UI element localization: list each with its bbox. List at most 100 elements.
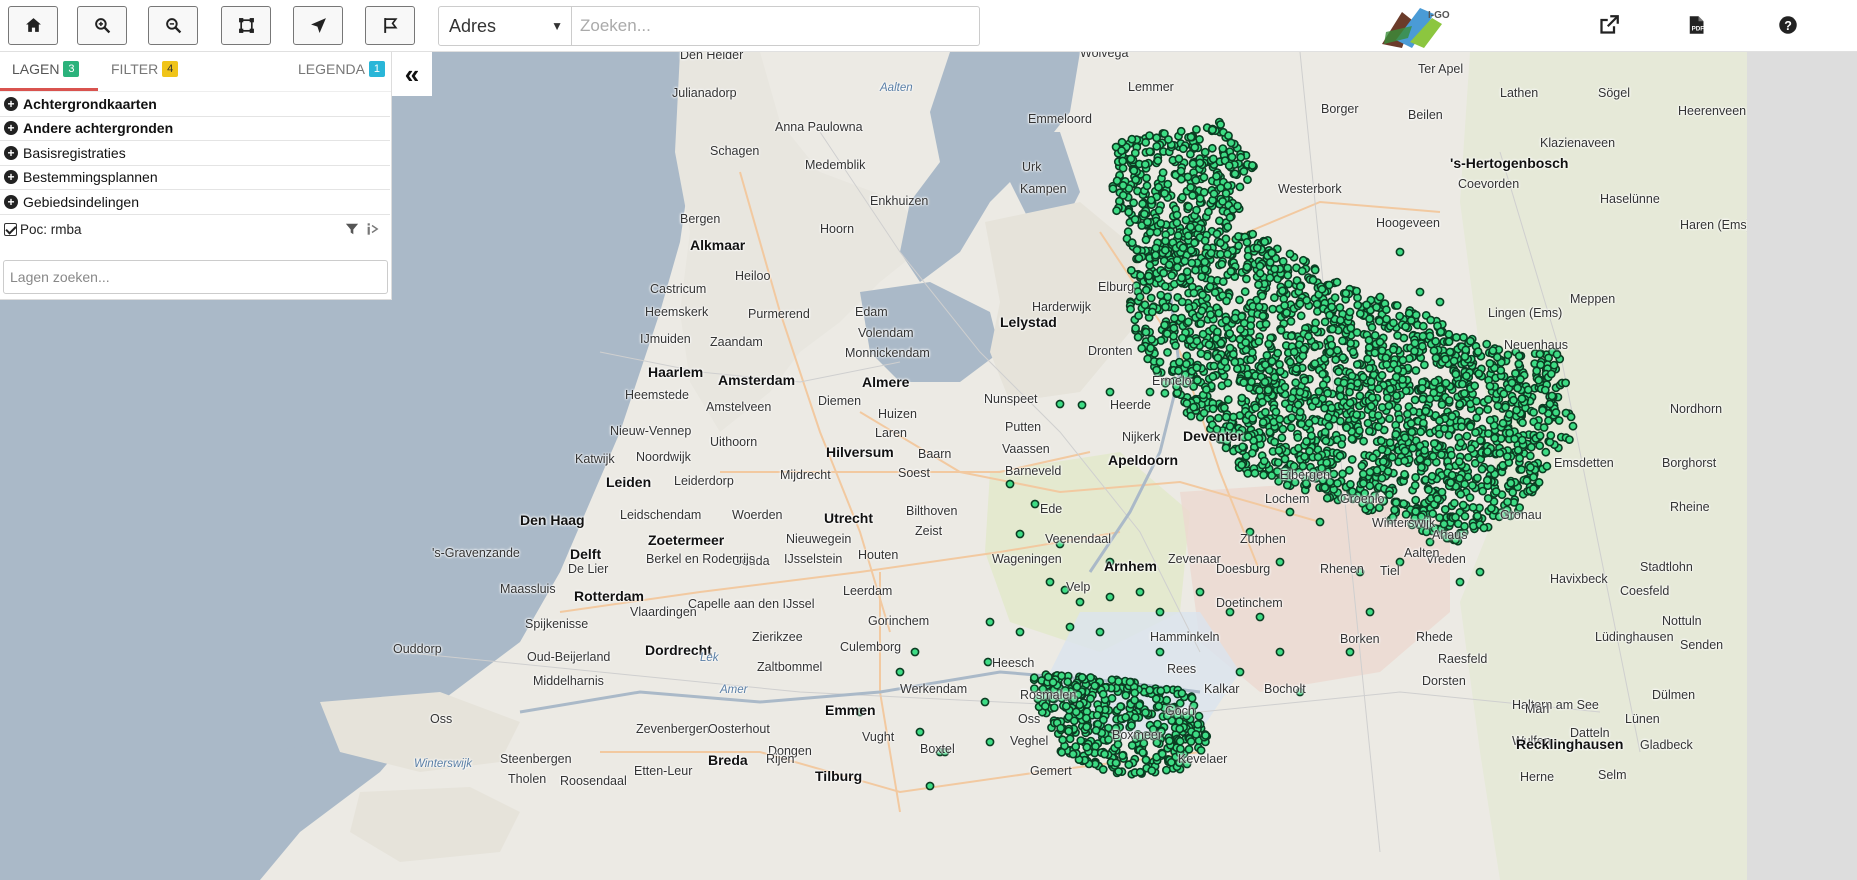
map-point[interactable] bbox=[1322, 493, 1332, 503]
map-point[interactable] bbox=[1377, 370, 1387, 380]
map-point[interactable] bbox=[1509, 395, 1518, 405]
map-point[interactable] bbox=[1247, 448, 1257, 458]
map-point[interactable] bbox=[1218, 196, 1227, 206]
map-point[interactable] bbox=[1197, 306, 1207, 316]
map-point[interactable] bbox=[1437, 487, 1447, 497]
map-point[interactable] bbox=[1302, 295, 1312, 305]
map-point[interactable] bbox=[1358, 372, 1368, 382]
map-point[interactable] bbox=[1399, 499, 1409, 509]
map-point[interactable] bbox=[1274, 446, 1284, 455]
search-type-select[interactable]: Adres ▼ bbox=[438, 6, 572, 46]
map-point[interactable] bbox=[1118, 156, 1128, 166]
map-point[interactable] bbox=[1365, 363, 1374, 373]
search-input[interactable] bbox=[572, 6, 980, 46]
map-point[interactable] bbox=[1300, 376, 1309, 385]
map-point[interactable] bbox=[1248, 414, 1258, 423]
layer-group-gebiedsindelingen[interactable]: + Gebiedsindelingen bbox=[0, 190, 390, 215]
map-point[interactable] bbox=[1417, 383, 1427, 393]
map-point[interactable] bbox=[1323, 388, 1332, 398]
map-point[interactable] bbox=[1418, 341, 1427, 351]
map-point[interactable] bbox=[1177, 333, 1187, 343]
map-point[interactable] bbox=[1163, 179, 1173, 189]
map-point[interactable] bbox=[1259, 470, 1268, 480]
map-point[interactable] bbox=[1485, 415, 1495, 425]
map-point[interactable] bbox=[1473, 511, 1482, 521]
map-point[interactable] bbox=[1472, 413, 1482, 423]
map-point[interactable] bbox=[1526, 442, 1536, 452]
map-point[interactable] bbox=[1347, 455, 1357, 464]
map-point[interactable] bbox=[1162, 765, 1171, 775]
map-point[interactable] bbox=[1411, 495, 1421, 505]
map-point[interactable] bbox=[1063, 677, 1073, 687]
map-point[interactable] bbox=[1352, 360, 1362, 369]
map-point[interactable] bbox=[1435, 297, 1445, 307]
map-point[interactable] bbox=[1374, 411, 1383, 420]
map-point[interactable] bbox=[1382, 305, 1391, 315]
map-point[interactable] bbox=[1015, 627, 1025, 637]
map-point[interactable] bbox=[1155, 647, 1165, 657]
map-point[interactable] bbox=[1155, 607, 1165, 617]
map-point[interactable] bbox=[1296, 311, 1306, 321]
select-area-button[interactable] bbox=[221, 6, 271, 45]
map-point[interactable] bbox=[1400, 446, 1410, 456]
map-point[interactable] bbox=[1286, 316, 1296, 326]
pdf-button[interactable]: PDF bbox=[1683, 12, 1709, 38]
map-point[interactable] bbox=[1444, 337, 1454, 346]
map-point[interactable] bbox=[1472, 396, 1481, 406]
map-point[interactable] bbox=[1346, 323, 1356, 333]
map-point[interactable] bbox=[1335, 303, 1345, 312]
filter-icon[interactable] bbox=[345, 222, 359, 236]
map-point[interactable] bbox=[1337, 439, 1347, 449]
map-point[interactable] bbox=[1126, 154, 1136, 164]
map-point[interactable] bbox=[1121, 690, 1131, 700]
map-point[interactable] bbox=[1250, 468, 1260, 478]
map-point[interactable] bbox=[1098, 765, 1108, 774]
map-point[interactable] bbox=[1276, 325, 1286, 335]
map-point[interactable] bbox=[1261, 407, 1270, 417]
map-point[interactable] bbox=[1200, 257, 1210, 267]
map-point[interactable] bbox=[1341, 288, 1351, 298]
map-point[interactable] bbox=[1134, 253, 1144, 263]
map-point[interactable] bbox=[1081, 713, 1091, 723]
map-point[interactable] bbox=[1332, 277, 1342, 287]
map-point[interactable] bbox=[1191, 175, 1201, 185]
map-point[interactable] bbox=[1444, 395, 1454, 405]
map-point[interactable] bbox=[1267, 248, 1277, 258]
map-point[interactable] bbox=[1310, 359, 1320, 368]
map-point[interactable] bbox=[1236, 152, 1246, 162]
map-point[interactable] bbox=[1260, 237, 1270, 247]
map-point[interactable] bbox=[1049, 703, 1059, 712]
map-point[interactable] bbox=[1275, 647, 1285, 657]
map-point[interactable] bbox=[1365, 467, 1375, 477]
map-point[interactable] bbox=[1191, 265, 1200, 275]
map-point[interactable] bbox=[1082, 742, 1092, 752]
map-point[interactable] bbox=[1450, 498, 1459, 508]
map-point[interactable] bbox=[1456, 489, 1466, 499]
map-point[interactable] bbox=[1565, 435, 1574, 444]
map-point[interactable] bbox=[1382, 314, 1391, 324]
map-point[interactable] bbox=[1230, 169, 1240, 179]
map-point[interactable] bbox=[1368, 453, 1378, 463]
map-point[interactable] bbox=[1086, 673, 1095, 682]
map-point[interactable] bbox=[1177, 273, 1186, 283]
map-point[interactable] bbox=[1124, 760, 1134, 770]
map-point[interactable] bbox=[1429, 439, 1439, 448]
map-point[interactable] bbox=[1280, 301, 1289, 310]
map-point[interactable] bbox=[1151, 694, 1161, 704]
map-point[interactable] bbox=[1428, 451, 1438, 461]
map-point[interactable] bbox=[1403, 409, 1412, 419]
map-point[interactable] bbox=[1541, 447, 1551, 457]
map-point[interactable] bbox=[1098, 689, 1108, 699]
map-point[interactable] bbox=[1186, 737, 1196, 746]
map-point[interactable] bbox=[1030, 499, 1040, 509]
map-point[interactable] bbox=[1429, 346, 1439, 356]
map-point[interactable] bbox=[1376, 436, 1386, 446]
map-point[interactable] bbox=[1196, 349, 1206, 358]
map-point[interactable] bbox=[1285, 357, 1295, 367]
map-point[interactable] bbox=[1514, 351, 1524, 361]
map-point[interactable] bbox=[1324, 280, 1334, 290]
map-point[interactable] bbox=[1473, 473, 1482, 483]
map-point[interactable] bbox=[1335, 451, 1345, 461]
map-point[interactable] bbox=[1160, 188, 1169, 198]
map-point[interactable] bbox=[1297, 266, 1307, 276]
